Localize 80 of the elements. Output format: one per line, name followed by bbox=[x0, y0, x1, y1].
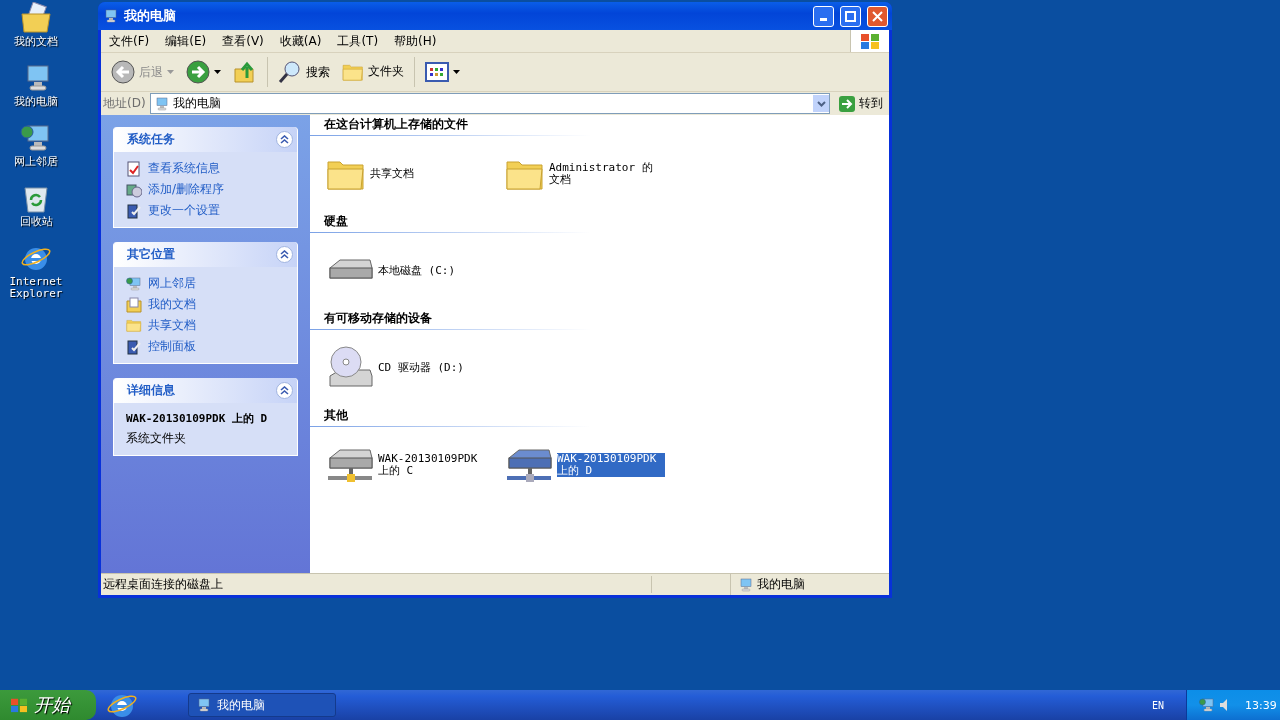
address-label: 地址(D) bbox=[103, 95, 146, 112]
taskbar-window-button[interactable]: 我的电脑 bbox=[188, 693, 336, 717]
document-folder-icon bbox=[20, 2, 52, 34]
computer-icon bbox=[195, 697, 211, 713]
address-field[interactable]: 我的电脑 bbox=[149, 93, 830, 114]
close-icon bbox=[872, 10, 883, 22]
chevron-icon bbox=[280, 386, 289, 395]
start-button[interactable]: 开始 bbox=[0, 690, 96, 720]
drive-item-label[interactable]: CD 驱动器 (D:) bbox=[378, 362, 486, 374]
group-heading: 在这台计算机上存储的文件 bbox=[310, 115, 604, 136]
panel-title: 详细信息 bbox=[127, 382, 175, 399]
minimize-icon bbox=[820, 17, 827, 21]
group-heading: 有可移动存储的设备 bbox=[310, 309, 604, 330]
search-button[interactable]: 搜索 bbox=[274, 58, 334, 86]
desktop-icon-label[interactable]: 回收站 bbox=[19, 216, 53, 228]
chevron-down-icon bbox=[816, 100, 826, 107]
status-text: 远程桌面连接的磁盘上 bbox=[101, 576, 652, 593]
task-link[interactable]: 查看系统信息 bbox=[126, 160, 285, 177]
folder-icon bbox=[342, 62, 364, 82]
document-check-icon bbox=[126, 160, 142, 177]
menu-item[interactable]: 工具(T) bbox=[329, 32, 387, 50]
close-button[interactable] bbox=[867, 5, 888, 27]
window-title: 我的电脑 bbox=[124, 7, 177, 25]
network-computer-icon bbox=[126, 275, 142, 292]
task-link[interactable]: 我的文档 bbox=[126, 296, 285, 313]
collapse-button[interactable] bbox=[276, 382, 293, 399]
computer-icon bbox=[737, 576, 753, 593]
status-location: 我的电脑 bbox=[731, 576, 889, 593]
network-drive-icon bbox=[505, 446, 553, 484]
menu-item[interactable]: 文件(F) bbox=[101, 32, 158, 50]
chevron-icon bbox=[280, 250, 289, 259]
search-icon bbox=[278, 60, 302, 84]
task-link[interactable]: 网上邻居 bbox=[126, 275, 285, 292]
maximize-button[interactable] bbox=[840, 5, 861, 27]
desktop-icon-label[interactable]: 网上邻居 bbox=[14, 156, 58, 168]
task-link[interactable]: 更改一个设置 bbox=[126, 202, 285, 219]
drive-item-label[interactable]: 本地磁盘 (C:) bbox=[378, 265, 486, 277]
collapse-button[interactable] bbox=[276, 131, 293, 148]
language-indicator[interactable]: EN bbox=[1151, 699, 1164, 711]
task-link[interactable]: 共享文档 bbox=[126, 317, 285, 334]
drive-item-label[interactable]: WAK-20130109PDK 上的 D bbox=[557, 453, 665, 477]
folder-icon bbox=[126, 318, 142, 333]
panel-title: 系统任务 bbox=[127, 131, 175, 148]
view-grid-icon bbox=[425, 62, 449, 82]
drive-item-label[interactable]: 共享文档 bbox=[370, 168, 478, 180]
collapse-button[interactable] bbox=[276, 246, 293, 263]
maximize-icon bbox=[845, 10, 856, 22]
flag-logo-icon bbox=[10, 697, 28, 713]
chevron-icon bbox=[280, 135, 289, 144]
desktop-icon-label[interactable]: Internet Explorer bbox=[6, 276, 66, 300]
details-type: 系统文件夹 bbox=[126, 430, 187, 447]
menu-item[interactable]: 收藏(A) bbox=[271, 32, 330, 50]
network-computer-icon bbox=[20, 122, 52, 154]
menu-item[interactable]: 编辑(E) bbox=[157, 32, 215, 50]
flag-logo-icon bbox=[860, 32, 880, 50]
group-heading: 硬盘 bbox=[310, 212, 604, 233]
task-link[interactable]: 控制面板 bbox=[126, 338, 285, 355]
folder-up-arrow-icon bbox=[233, 60, 257, 84]
details-name: WAK-20130109PDK 上的 D bbox=[126, 411, 269, 426]
drive-item-label[interactable]: Administrator 的文档 bbox=[549, 162, 657, 186]
drive-item-label[interactable]: WAK-20130109PDK 上的 C bbox=[378, 453, 486, 477]
caret-icon bbox=[453, 70, 460, 74]
dropdown-button[interactable] bbox=[813, 95, 829, 112]
menu-item[interactable]: 查看(V) bbox=[214, 32, 272, 50]
caret-icon bbox=[167, 70, 174, 74]
document-folder-icon bbox=[126, 296, 142, 313]
desktop-icon-label[interactable]: 我的电脑 bbox=[14, 96, 58, 108]
desktop-icon-label[interactable]: 我的文档 bbox=[14, 36, 58, 48]
minimize-button[interactable] bbox=[813, 5, 834, 27]
folders-button[interactable]: 文件夹 bbox=[338, 60, 408, 84]
caret-icon bbox=[214, 70, 221, 74]
go-button[interactable]: 转到 bbox=[834, 94, 887, 113]
computer-icon bbox=[102, 8, 118, 24]
network-drive-icon bbox=[326, 446, 374, 484]
panel-title: 其它位置 bbox=[127, 246, 175, 263]
task-link[interactable]: 添加/删除程序 bbox=[126, 181, 285, 198]
group-heading: 其他 bbox=[310, 406, 604, 427]
clock: 13:39 bbox=[1245, 698, 1277, 712]
network-computer-icon bbox=[1199, 697, 1215, 713]
menu-item[interactable]: 帮助(H) bbox=[386, 32, 445, 50]
